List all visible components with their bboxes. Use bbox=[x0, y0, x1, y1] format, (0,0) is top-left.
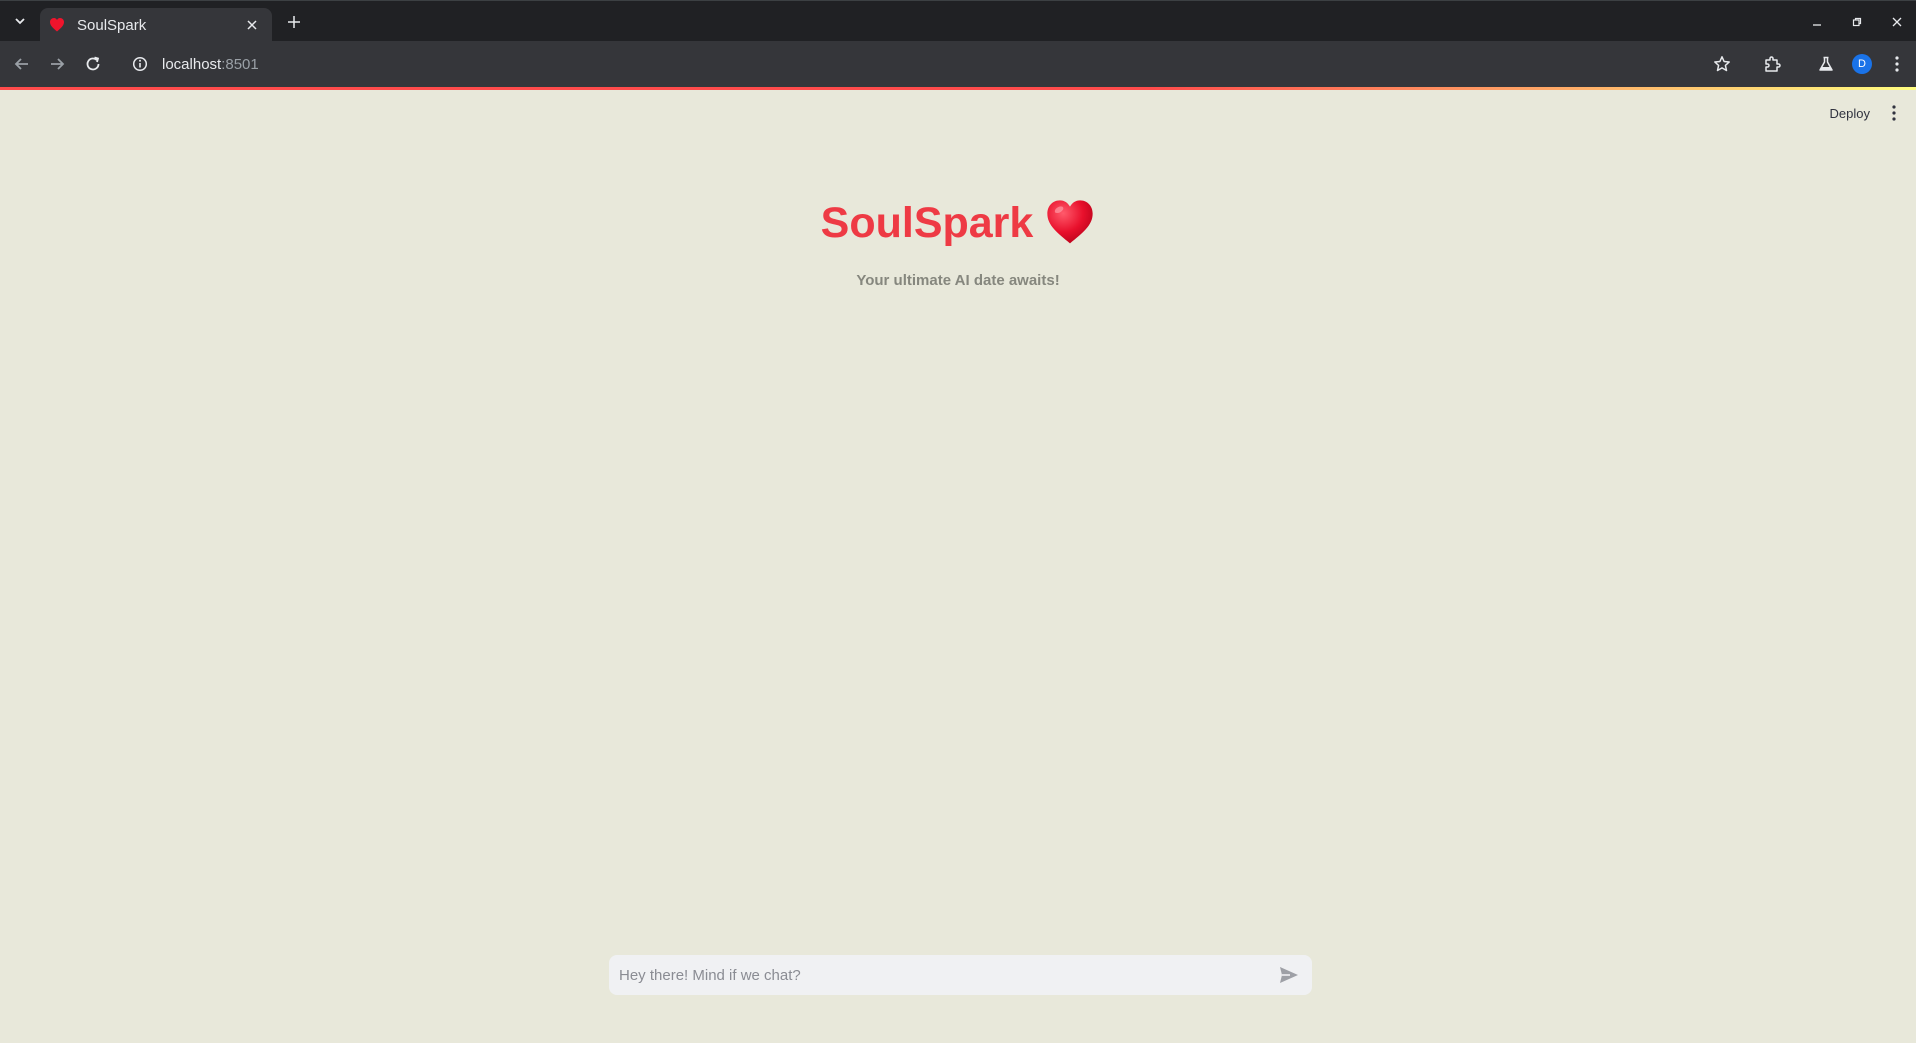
new-tab-button[interactable] bbox=[282, 10, 306, 34]
tab-title: SoulSpark bbox=[77, 16, 147, 34]
window-close-button[interactable] bbox=[1885, 10, 1909, 34]
site-info-icon[interactable] bbox=[128, 52, 152, 76]
deploy-button[interactable]: Deploy bbox=[1824, 101, 1876, 125]
hero-section: SoulSpark Your ultimate AI date awaits! bbox=[0, 198, 1916, 289]
chat-input[interactable] bbox=[619, 966, 1276, 984]
minimize-icon bbox=[1813, 24, 1821, 26]
address-bar[interactable]: localhost:8501 bbox=[122, 46, 1720, 82]
more-vertical-icon bbox=[1895, 56, 1899, 72]
arrow-right-icon bbox=[51, 58, 65, 70]
close-icon bbox=[247, 20, 257, 30]
window-minimize-button[interactable] bbox=[1805, 10, 1829, 34]
puzzle-icon bbox=[1765, 56, 1781, 72]
send-button[interactable] bbox=[1276, 962, 1302, 988]
url-host: localhost bbox=[162, 55, 222, 73]
extensions-button[interactable] bbox=[1760, 52, 1784, 76]
tab-search-button[interactable] bbox=[8, 9, 32, 33]
browser-tab-active[interactable]: SoulSpark bbox=[40, 8, 272, 42]
window-restore-button[interactable] bbox=[1845, 10, 1869, 34]
profile-avatar[interactable]: D bbox=[1852, 54, 1872, 74]
chevron-down-icon bbox=[15, 18, 25, 25]
browser-menu-button[interactable] bbox=[1885, 52, 1909, 76]
app-header: Deploy bbox=[0, 90, 1916, 134]
chat-input-container bbox=[609, 955, 1312, 995]
plus-icon bbox=[288, 16, 300, 28]
heart-icon bbox=[48, 16, 66, 34]
flask-icon bbox=[1819, 56, 1833, 71]
browser-tabstrip: SoulSpark bbox=[0, 0, 1916, 42]
forward-button[interactable] bbox=[45, 52, 69, 76]
back-button[interactable] bbox=[10, 52, 34, 76]
tab-close-button[interactable] bbox=[242, 15, 262, 35]
send-icon bbox=[1280, 967, 1298, 983]
star-icon bbox=[1714, 56, 1730, 72]
more-vertical-icon bbox=[1892, 105, 1896, 121]
labs-button[interactable] bbox=[1814, 52, 1838, 76]
bookmark-button[interactable] bbox=[1710, 52, 1734, 76]
reload-icon bbox=[86, 56, 100, 71]
close-icon bbox=[1892, 17, 1902, 27]
browser-toolbar: localhost:8501 bbox=[0, 41, 1916, 87]
arrow-left-icon bbox=[14, 58, 28, 70]
page-title-text: SoulSpark bbox=[820, 198, 1034, 247]
restore-icon bbox=[1852, 17, 1862, 27]
page-title: SoulSpark bbox=[821, 198, 1096, 248]
main-menu-button[interactable] bbox=[1884, 101, 1904, 125]
page-subtitle: Your ultimate AI date awaits! bbox=[856, 272, 1060, 289]
reload-button[interactable] bbox=[81, 52, 105, 76]
heart-icon bbox=[1047, 200, 1093, 244]
url-port: :8501 bbox=[221, 55, 259, 73]
